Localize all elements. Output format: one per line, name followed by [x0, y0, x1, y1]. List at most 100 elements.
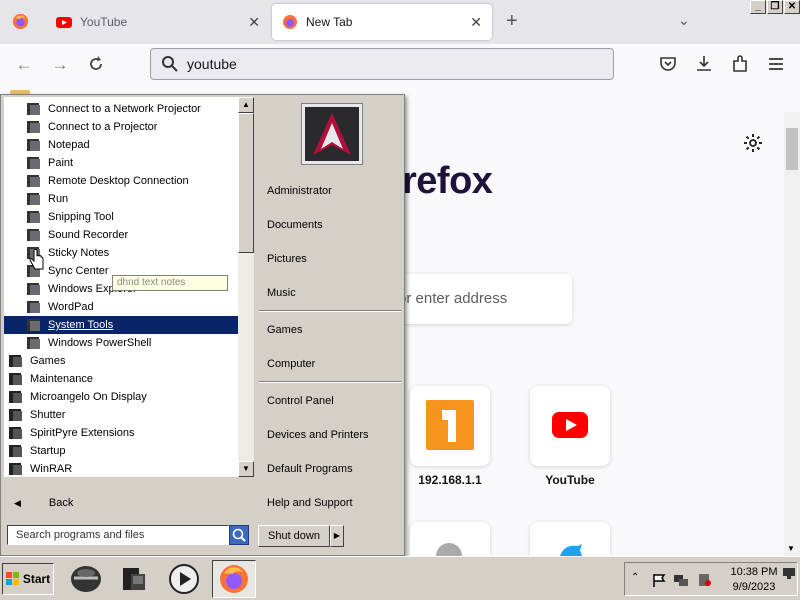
snipping-icon — [26, 210, 42, 224]
taskbar: Start ⌃ 10:38 PM 9/9/2023 — [0, 556, 800, 600]
start-label: Start — [22, 572, 51, 586]
user-avatar[interactable] — [301, 103, 363, 165]
avatar-logo-icon — [305, 107, 359, 161]
shortcut-tile-youtube[interactable] — [530, 386, 610, 466]
newtab-search-placeholder: or enter address — [398, 290, 508, 307]
program-folder-label: WinRAR — [30, 463, 73, 475]
start-item-administrator[interactable]: Administrator — [267, 185, 332, 197]
program-item[interactable]: Windows PowerShell — [4, 334, 238, 352]
flag-icon[interactable] — [651, 572, 667, 588]
shortcut-label-router[interactable]: 192.168.1.1 — [390, 473, 510, 487]
start-item-devices-printers[interactable]: Devices and Printers — [267, 429, 369, 441]
program-item-label: WordPad — [48, 301, 94, 313]
address-bar[interactable]: youtube — [150, 48, 614, 80]
programs-scrollbar[interactable]: ▲ ▼ — [238, 97, 254, 477]
shortcut-tile-globe[interactable] — [410, 522, 490, 556]
forward-arrow-icon[interactable]: → — [49, 54, 71, 76]
programs-scroll-thumb[interactable] — [238, 113, 254, 253]
program-item[interactable]: System Tools — [4, 316, 238, 334]
start-item-pictures[interactable]: Pictures — [267, 253, 307, 265]
program-folder[interactable]: Startup — [4, 442, 238, 460]
program-item[interactable]: Notepad — [4, 136, 238, 154]
restore-button[interactable]: ❐ — [767, 0, 783, 14]
shortcut-tile-router[interactable] — [410, 386, 490, 466]
program-folder[interactable]: Microangelo On Display — [4, 388, 238, 406]
start-item-music[interactable]: Music — [267, 287, 296, 299]
program-folder[interactable]: Games — [4, 352, 238, 370]
back-arrow-icon: ◀ — [14, 497, 21, 508]
tab-new-tab[interactable]: New Tab ✕ — [272, 4, 492, 40]
pocket-icon[interactable] — [658, 54, 678, 74]
new-tab-button[interactable]: + — [506, 11, 518, 31]
navigation-toolbar: ← → youtube — [0, 44, 800, 86]
scroll-down-arrow-icon[interactable]: ▼ — [787, 544, 795, 553]
start-item-control-panel[interactable]: Control Panel — [267, 395, 334, 407]
volume-icon[interactable] — [697, 572, 713, 588]
program-item[interactable]: Snipping Tool — [4, 208, 238, 226]
start-button[interactable]: Start — [2, 563, 54, 595]
computer-app-icon — [123, 568, 145, 590]
program-folder[interactable]: SpiritPyre Extensions — [4, 424, 238, 442]
clock-date[interactable]: 9/9/2023 — [729, 581, 779, 593]
program-folder[interactable]: WinRAR — [4, 460, 238, 477]
search-programs-input[interactable]: Search programs and files — [7, 525, 229, 545]
firefox-menu-icon[interactable] — [12, 13, 29, 30]
close-tab-icon[interactable]: ✕ — [248, 14, 260, 31]
program-item[interactable]: Connect to a Projector — [4, 118, 238, 136]
show-desktop-icon[interactable] — [781, 565, 797, 581]
program-folder-label: Maintenance — [30, 373, 93, 385]
start-item-help-support[interactable]: Help and Support — [267, 497, 353, 509]
chevron-down-icon[interactable]: ⌄ — [678, 12, 690, 29]
start-item-computer[interactable]: Computer — [267, 358, 315, 370]
search-button[interactable] — [229, 525, 249, 545]
address-text[interactable]: youtube — [187, 56, 237, 72]
hamburger-menu-icon[interactable] — [766, 54, 786, 74]
close-window-button[interactable]: ✕ — [784, 0, 800, 14]
clock-time[interactable]: 10:38 PM — [729, 566, 779, 578]
network-icon[interactable] — [673, 572, 689, 588]
newtab-search-box[interactable]: or enter address — [380, 274, 572, 324]
firefox-wordmark: refox — [402, 160, 493, 202]
show-hidden-icons-icon[interactable]: ⌃ — [631, 572, 639, 583]
back-button[interactable]: ◀ Back — [4, 483, 254, 523]
shut-down-button[interactable]: Shut down — [258, 525, 330, 547]
shortcut-tile-twitter[interactable] — [530, 522, 610, 556]
tab-youtube[interactable]: YouTube ✕ — [46, 4, 270, 40]
program-item[interactable]: Run — [4, 190, 238, 208]
taskbar-app-media-player[interactable] — [162, 560, 206, 598]
page-scrollbar[interactable] — [784, 112, 800, 556]
taskbar-app-helmet[interactable] — [64, 560, 108, 598]
shutdown-options-arrow-icon[interactable]: ▶ — [330, 525, 344, 547]
extensions-icon[interactable] — [730, 54, 750, 74]
minimize-button[interactable]: _ — [750, 0, 766, 14]
program-folder[interactable]: Shutter — [4, 406, 238, 424]
scroll-down-arrow-icon[interactable]: ▼ — [238, 461, 254, 477]
shortcut-label-youtube[interactable]: YouTube — [510, 473, 630, 487]
taskbar-app-firefox[interactable] — [212, 560, 256, 598]
gear-icon[interactable] — [743, 133, 763, 153]
program-item-label: Windows PowerShell — [48, 337, 152, 349]
back-arrow-icon[interactable]: ← — [13, 54, 35, 76]
taskbar-app-computer[interactable] — [112, 560, 156, 598]
program-item[interactable]: Remote Desktop Connection — [4, 172, 238, 190]
paint-icon — [26, 156, 42, 170]
program-item[interactable]: Paint — [4, 154, 238, 172]
all-programs-pane: Connect to a Network Projector Connect to… — [4, 97, 254, 477]
page-scrollbar-thumb[interactable] — [786, 128, 798, 170]
close-tab-icon[interactable]: ✕ — [470, 14, 482, 31]
tab-youtube-label: YouTube — [80, 15, 128, 29]
folder-icon — [8, 354, 24, 368]
folder-icon — [8, 408, 24, 422]
program-item[interactable]: Sound Recorder — [4, 226, 238, 244]
start-item-games[interactable]: Games — [267, 324, 302, 336]
reload-icon[interactable] — [86, 54, 106, 74]
download-icon[interactable] — [694, 54, 714, 74]
program-folder-label: Shutter — [30, 409, 66, 421]
scroll-up-arrow-icon[interactable]: ▲ — [238, 97, 254, 113]
start-item-default-programs[interactable]: Default Programs — [267, 463, 353, 475]
youtube-icon — [552, 412, 588, 438]
start-item-documents[interactable]: Documents — [267, 219, 323, 231]
program-folder[interactable]: Maintenance — [4, 370, 238, 388]
program-item[interactable]: WordPad — [4, 298, 238, 316]
program-item[interactable]: Connect to a Network Projector — [4, 100, 238, 118]
